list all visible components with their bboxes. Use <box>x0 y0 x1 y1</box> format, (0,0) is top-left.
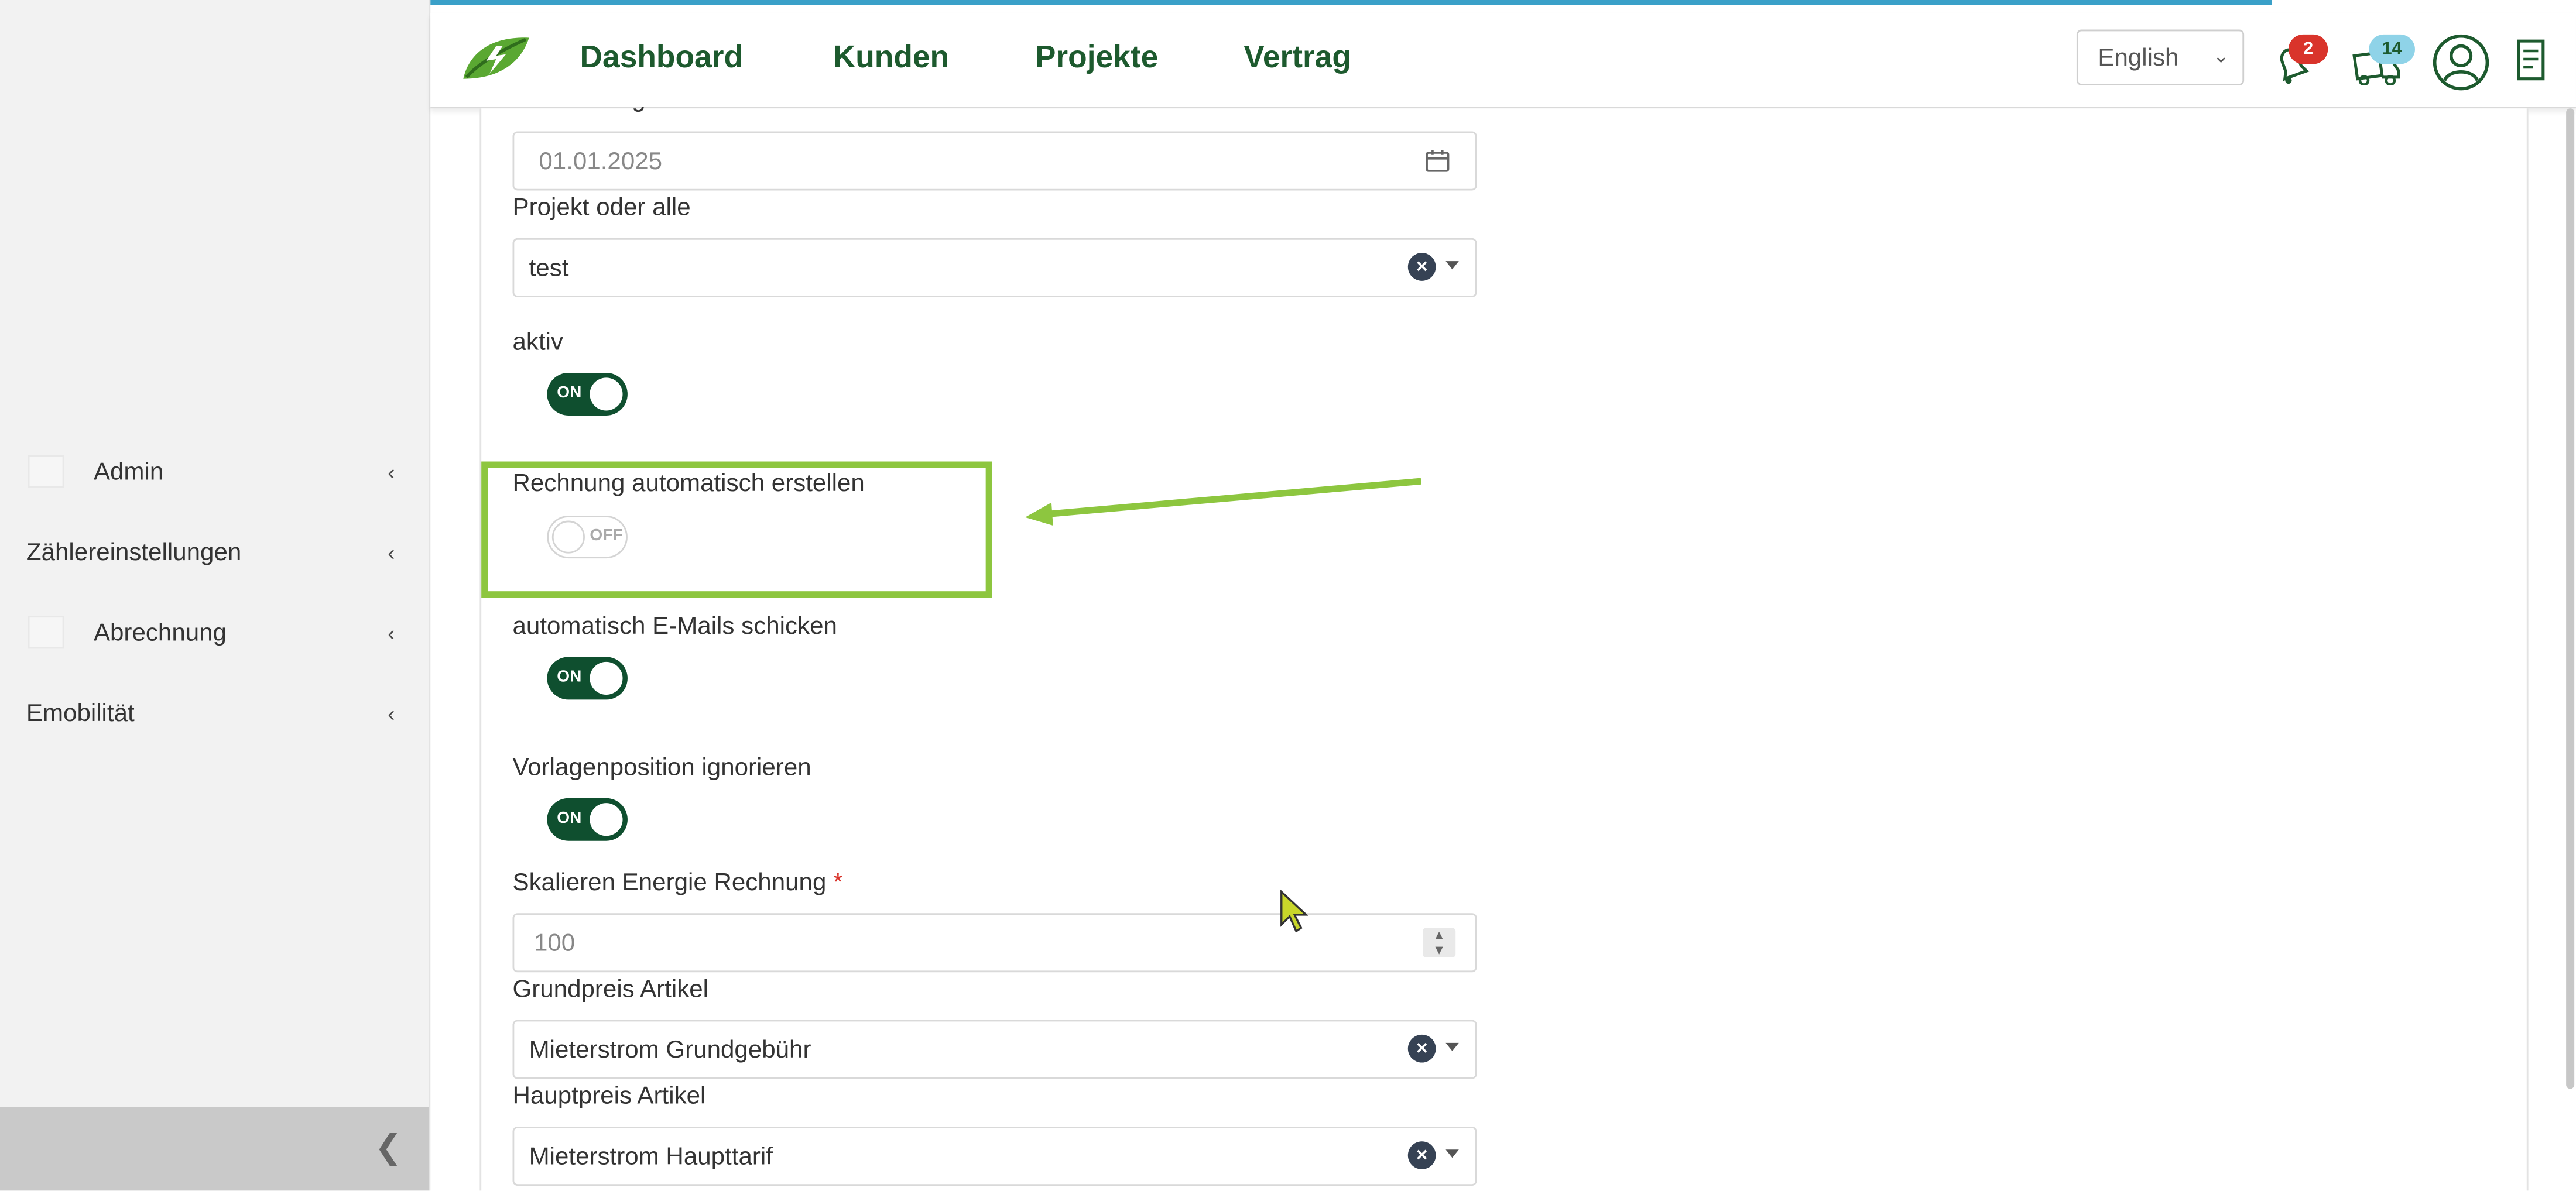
number-spinner[interactable]: ▲ ▼ <box>1423 928 1456 957</box>
sidebar-item-label: Emobilität <box>26 698 135 727</box>
sidebar-item-emobilitaet[interactable]: Emobilität ‹ <box>0 687 429 739</box>
date-value: 01.01.2025 <box>539 147 663 176</box>
sidebar-item-label: Abrechnung <box>93 618 227 647</box>
nav-kunden[interactable]: Kunden <box>833 41 949 77</box>
inbox-badge: 14 <box>2369 34 2415 64</box>
sidebar-item-abrechnung[interactable]: Abrechnung ‹ <box>0 606 429 658</box>
toggle-state: ON <box>557 384 582 403</box>
caret-down-icon <box>1445 1149 1459 1158</box>
document-icon[interactable] <box>2510 36 2557 85</box>
vorlagen-toggle[interactable]: ON <box>547 798 628 841</box>
nav-dashboard[interactable]: Dashboard <box>580 41 744 77</box>
chevron-left-icon: ‹ <box>388 459 395 484</box>
abrechnung-icon <box>28 616 64 649</box>
aktiv-label: aktiv <box>512 328 564 356</box>
sidebar-item-label: Zählereinstellungen <box>26 537 242 566</box>
grundpreis-value: Mieterstrom Grundgebühr <box>529 1036 811 1065</box>
nav-vertrag[interactable]: Vertrag <box>1244 41 1351 77</box>
grundpreis-label: Grundpreis Artikel <box>512 975 709 1004</box>
chevron-down-icon: ⌄ <box>2212 44 2229 68</box>
nav-projekte[interactable]: Projekte <box>1035 41 1158 77</box>
aktiv-toggle[interactable]: ON <box>547 372 628 416</box>
calendar-icon[interactable] <box>1424 148 1451 174</box>
hauptpreis-value: Mieterstrom Haupttarif <box>529 1143 773 1171</box>
language-value: English <box>2098 44 2179 73</box>
vorlagen-label: Vorlagenposition ignorieren <box>512 753 811 782</box>
projekt-value: test <box>529 254 569 283</box>
admin-icon <box>28 455 64 488</box>
projekt-label: Projekt oder alle <box>512 194 691 222</box>
clear-icon[interactable]: × <box>1407 1141 1436 1169</box>
caret-down-icon <box>1445 1042 1459 1051</box>
sidebar-collapse-button[interactable]: ❮ <box>0 1107 429 1191</box>
projekt-select[interactable]: test × <box>512 238 1477 297</box>
skalieren-label: Skalieren Energie Rechnung * <box>513 869 843 897</box>
hauptpreis-select[interactable]: Mieterstrom Haupttarif × <box>512 1126 1477 1186</box>
skalieren-label-text: Skalieren Energie Rechnung <box>512 869 827 897</box>
user-avatar-icon[interactable] <box>2431 33 2491 92</box>
skalieren-input[interactable]: 100 ▲ ▼ <box>512 913 1477 973</box>
app-window: Admin ‹ Zählereinstellungen ‹ Abrechnung… <box>0 0 2576 1191</box>
chevron-left-icon: ‹ <box>388 539 395 564</box>
sidebar: Admin ‹ Zählereinstellungen ‹ Abrechnung… <box>0 0 431 1191</box>
date-input[interactable]: 01.01.2025 <box>512 131 1477 191</box>
chevron-left-icon: ❮ <box>374 1130 402 1166</box>
emails-label: automatisch E-Mails schicken <box>512 612 837 641</box>
clear-icon[interactable]: × <box>1407 253 1436 281</box>
required-mark: * <box>833 869 843 897</box>
sidebar-item-admin[interactable]: Admin ‹ <box>0 445 429 497</box>
scrollbar[interactable] <box>2566 108 2575 1089</box>
leaf-logo-icon[interactable] <box>460 33 532 82</box>
hauptpreis-label: Hauptpreis Artikel <box>512 1082 706 1110</box>
toggle-knob <box>590 377 623 411</box>
toggle-knob <box>590 803 623 836</box>
toggle-state: ON <box>557 668 582 687</box>
sidebar-item-label: Admin <box>93 457 164 486</box>
top-navbar: Dashboard Kunden Projekte Vertrag Englis… <box>430 13 2576 109</box>
language-select[interactable]: English ⌄ <box>2076 29 2245 85</box>
toggle-knob <box>590 661 623 695</box>
skalieren-value: 100 <box>533 929 576 957</box>
annotation-highlight-box <box>481 461 992 598</box>
mouse-cursor-icon <box>1280 889 1309 933</box>
annotation-arrow-icon <box>1025 478 1421 526</box>
caret-down-icon <box>1445 261 1459 270</box>
notification-badge: 2 <box>2288 34 2328 64</box>
clear-icon[interactable]: × <box>1407 1034 1436 1063</box>
grundpreis-select[interactable]: Mieterstrom Grundgebühr × <box>512 1020 1477 1079</box>
chevron-left-icon: ‹ <box>388 620 395 645</box>
chevron-left-icon: ‹ <box>388 700 395 725</box>
sidebar-item-zaehlereinstellungen[interactable]: Zählereinstellungen ‹ <box>0 526 429 578</box>
emails-toggle[interactable]: ON <box>547 657 628 700</box>
toggle-state: ON <box>557 809 582 828</box>
